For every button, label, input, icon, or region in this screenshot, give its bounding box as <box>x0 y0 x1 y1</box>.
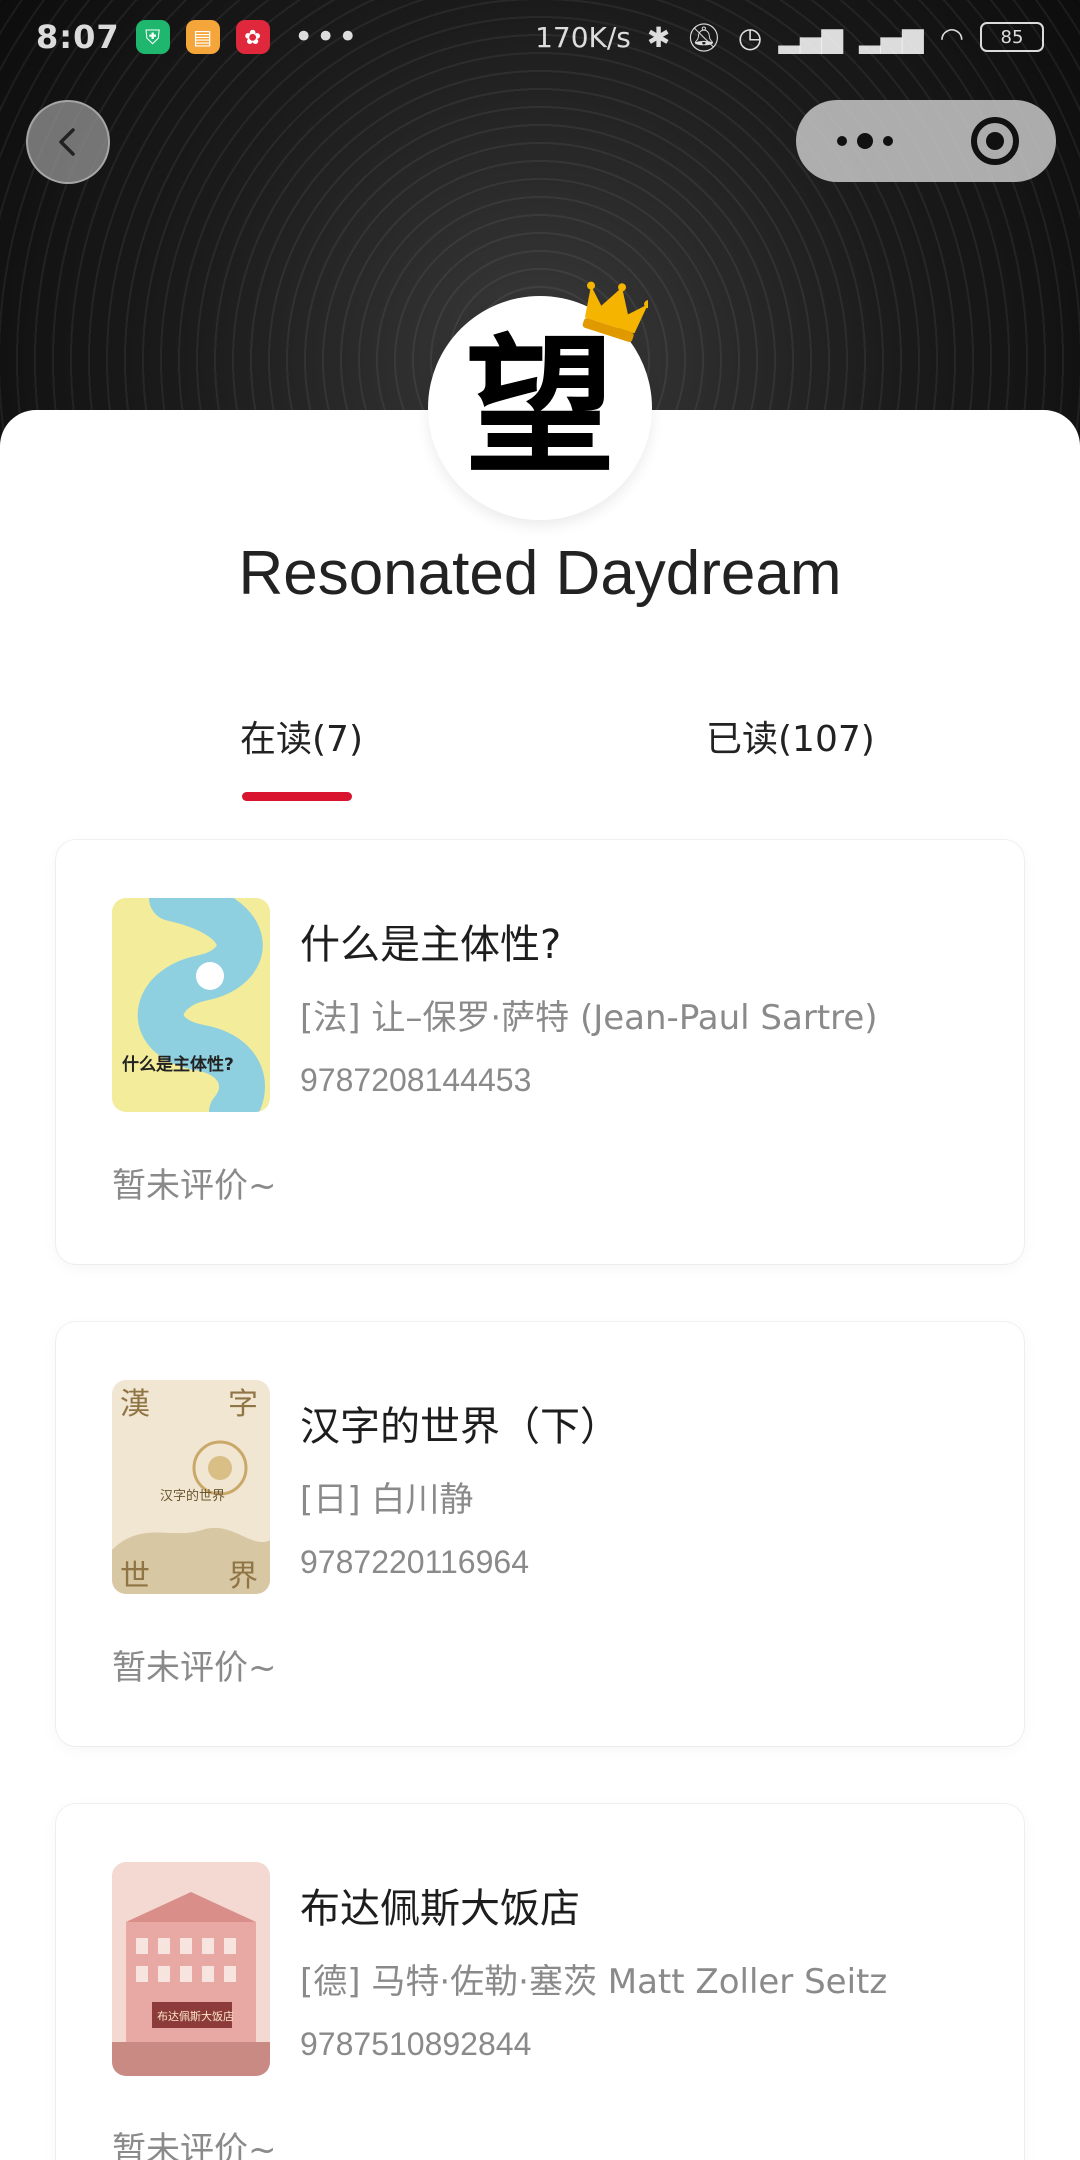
wifi-icon: ◠ <box>939 20 964 54</box>
tab-read[interactable]: 已读(107) <box>706 710 875 762</box>
message-app-icon: ▤ <box>185 20 220 54</box>
network-speed: 170K/s <box>535 20 631 54</box>
book-cover-art: 漢 字 世 界 汉字的世界 <box>112 1387 270 1594</box>
book-isbn: 9787208144453 <box>300 1062 532 1098</box>
status-bar: 8:07 ⛨ ▤ ✿ ••• 170K/s ✱ 🔕︎ ◷ ▂▄▆ ▂▄▆ ◠ 8… <box>0 0 1080 74</box>
book-author: [法] 让–保罗·萨特 (Jean-Paul Sartre) <box>300 998 878 1038</box>
svg-text:字: 字 <box>228 1387 258 1422</box>
book-review: 暂未评价~ <box>112 1166 277 1206</box>
mini-program-capsule <box>796 100 1056 182</box>
bluetooth-icon: ✱ <box>646 20 671 54</box>
book-isbn: 9787510892844 <box>300 2026 532 2062</box>
book-cover-art: 什么是主体性? <box>122 898 265 1112</box>
book-card[interactable]: 布达佩斯大饭店 布达佩斯大饭店 [德] 马特·佐勒·塞茨 Matt Zoller… <box>56 1804 1024 2160</box>
book-cover: 漢 字 世 界 汉字的世界 <box>112 1380 270 1594</box>
signal-icon-2: ▂▄▆ <box>858 20 924 54</box>
alarm-icon: ◷ <box>737 20 763 54</box>
mute-icon: 🔕︎ <box>686 20 722 54</box>
book-title: 布达佩斯大饭店 <box>300 1886 580 1932</box>
cover-title-text: 汉字的世界 <box>160 1488 225 1504</box>
book-review: 暂未评价~ <box>112 1648 277 1688</box>
cover-title-text: 布达佩斯大饭店 <box>157 2009 234 2023</box>
status-time: 8:07 <box>36 18 120 56</box>
svg-text:漢: 漢 <box>120 1387 150 1422</box>
book-author: [日] 白川静 <box>300 1480 474 1520</box>
book-cover: 布达佩斯大饭店 <box>112 1862 270 2076</box>
book-review: 暂未评价~ <box>112 2130 277 2160</box>
more-options-icon[interactable] <box>830 126 900 156</box>
back-button[interactable] <box>26 100 110 184</box>
active-tab-indicator <box>242 792 352 801</box>
book-card[interactable]: 什么是主体性? 什么是主体性? [法] 让–保罗·萨特 (Jean-Paul S… <box>56 840 1024 1264</box>
book-title: 汉字的世界（下） <box>300 1404 620 1450</box>
svg-text:世: 世 <box>120 1559 150 1594</box>
close-mini-program-icon[interactable] <box>968 114 1022 168</box>
book-card[interactable]: 漢 字 世 界 汉字的世界 汉字的世界（下） [日] 白川静 978722011… <box>56 1322 1024 1746</box>
flower-app-icon: ✿ <box>235 20 270 54</box>
battery-indicator: 85 <box>980 22 1044 52</box>
avatar-glyph: 望 <box>464 321 615 495</box>
svg-text:界: 界 <box>228 1559 258 1594</box>
tab-reading[interactable]: 在读(7) <box>240 710 363 762</box>
crown-icon <box>582 281 648 343</box>
book-author: [德] 马特·佐勒·塞茨 Matt Zoller Seitz <box>300 1962 888 2002</box>
book-cover: 什么是主体性? <box>112 898 270 1112</box>
username: Resonated Daydream <box>238 539 842 608</box>
shield-app-icon: ⛨ <box>135 20 170 54</box>
book-isbn: 9787220116964 <box>300 1544 529 1580</box>
book-cover-art: 布达佩斯大饭店 <box>112 1892 270 2076</box>
more-notifications-icon: ••• <box>293 17 360 57</box>
chevron-left-icon <box>59 128 75 156</box>
reading-tabs: 在读(7) 已读(107) <box>0 710 1080 810</box>
cover-title-text: 什么是主体性? <box>122 1054 234 1075</box>
signal-icon: ▂▄▆ <box>778 20 843 54</box>
book-title: 什么是主体性? <box>300 922 562 968</box>
